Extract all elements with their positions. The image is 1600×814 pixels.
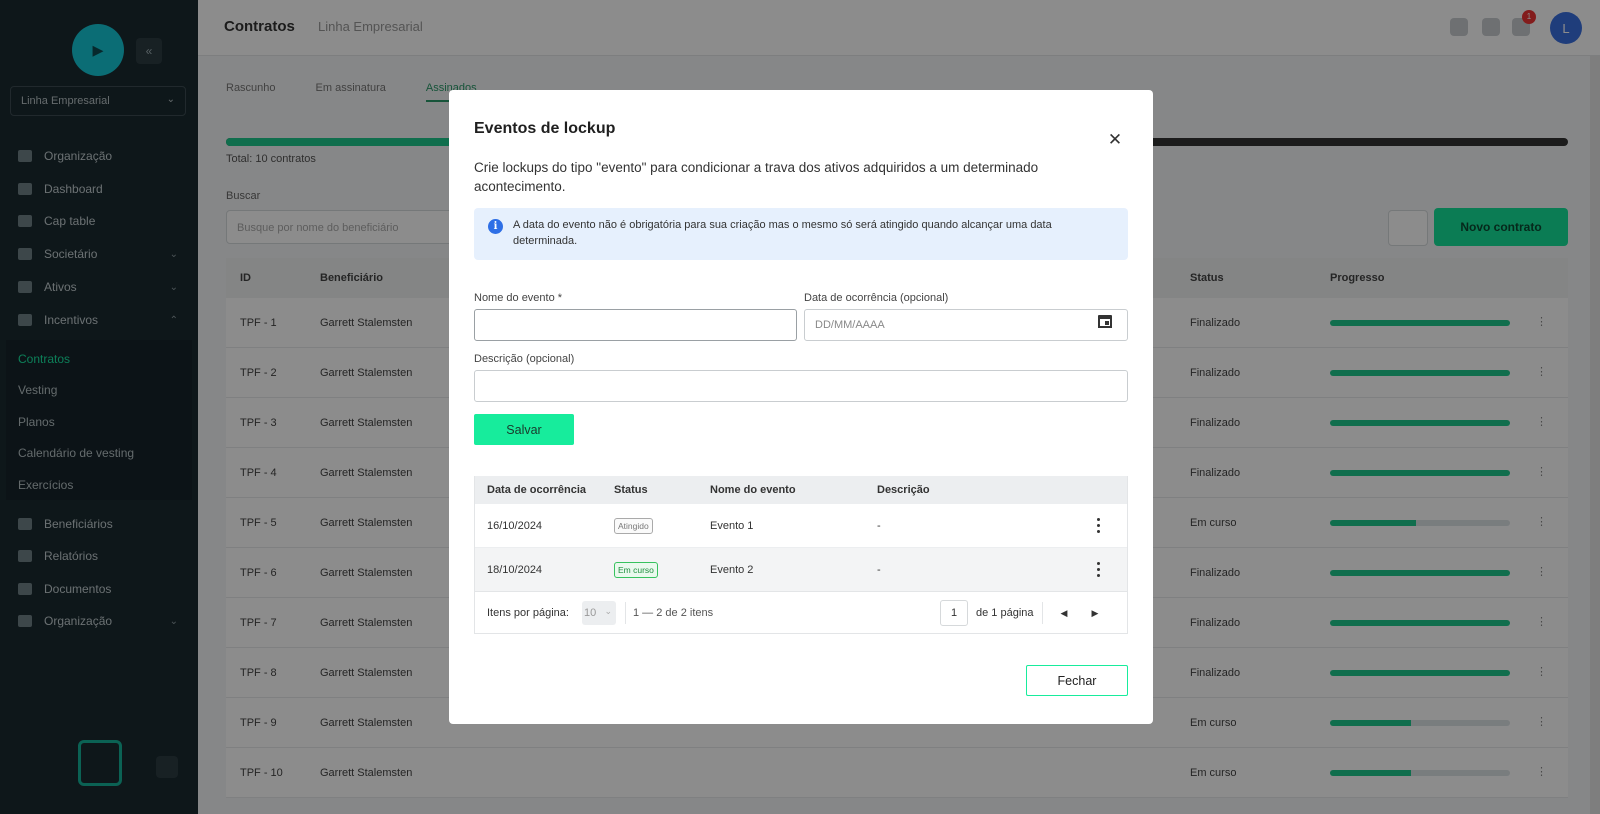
column-header-name: Nome do evento bbox=[710, 484, 796, 496]
info-icon: i bbox=[488, 219, 503, 234]
events-table: Data de ocorrência Status Nome do evento… bbox=[474, 476, 1128, 634]
prev-page-icon[interactable]: ◀ bbox=[1056, 604, 1072, 622]
more-options-icon[interactable] bbox=[1095, 562, 1101, 578]
chevron-down-icon: ⌄ bbox=[604, 606, 612, 616]
event-name-input[interactable] bbox=[474, 309, 797, 341]
items-range: 1 — 2 de 2 itens bbox=[633, 607, 714, 619]
description-label: Descrição (opcional) bbox=[474, 353, 575, 365]
save-button[interactable]: Salvar bbox=[474, 414, 574, 445]
divider bbox=[625, 602, 626, 624]
per-page-select[interactable]: 10 ⌄ bbox=[582, 601, 616, 625]
event-name: Evento 2 bbox=[710, 564, 754, 576]
page-input[interactable]: 1 bbox=[940, 600, 968, 626]
info-alert: i A data do evento não é obrigatória par… bbox=[474, 208, 1128, 260]
next-page-icon[interactable]: ▶ bbox=[1087, 604, 1103, 622]
more-options-icon[interactable] bbox=[1095, 518, 1101, 534]
status-badge: Atingido bbox=[614, 518, 653, 534]
event-description: - bbox=[877, 520, 881, 532]
event-date: 16/10/2024 bbox=[487, 520, 543, 532]
event-name: Evento 1 bbox=[710, 520, 754, 532]
page-count: de 1 página bbox=[976, 607, 1034, 619]
date-input[interactable] bbox=[804, 309, 1128, 341]
per-page-label: Itens por página: bbox=[487, 607, 569, 619]
event-description: - bbox=[877, 564, 881, 576]
event-name-label: Nome do evento * bbox=[474, 292, 563, 304]
close-icon[interactable]: ✕ bbox=[1105, 130, 1125, 150]
close-button[interactable]: Fechar bbox=[1026, 665, 1128, 696]
table-row: 16/10/2024 Atingido Evento 1 - bbox=[475, 503, 1127, 547]
modal-title: Eventos de lockup bbox=[474, 120, 616, 137]
lockup-events-modal: Eventos de lockup ✕ Crie lockups do tipo… bbox=[449, 90, 1153, 724]
column-header-status: Status bbox=[614, 484, 648, 496]
column-header-description: Descrição bbox=[877, 484, 930, 496]
column-header-date: Data de ocorrência bbox=[487, 484, 587, 496]
event-date: 18/10/2024 bbox=[487, 564, 543, 576]
info-text: A data do evento não é obrigatória para … bbox=[513, 219, 1052, 247]
calendar-icon[interactable] bbox=[1098, 314, 1112, 328]
per-page-value: 10 bbox=[584, 607, 597, 619]
table-header: Data de ocorrência Status Nome do evento… bbox=[475, 476, 1127, 503]
pagination: Itens por página: 10 ⌄ 1 — 2 de 2 itens … bbox=[475, 591, 1127, 633]
modal-description: Crie lockups do tipo "evento" para condi… bbox=[474, 160, 1039, 194]
table-row: 18/10/2024 Em curso Evento 2 - bbox=[475, 547, 1127, 591]
status-badge: Em curso bbox=[614, 562, 658, 578]
date-label: Data de ocorrência (opcional) bbox=[804, 292, 949, 304]
description-input[interactable] bbox=[474, 370, 1128, 402]
divider bbox=[1042, 602, 1043, 624]
